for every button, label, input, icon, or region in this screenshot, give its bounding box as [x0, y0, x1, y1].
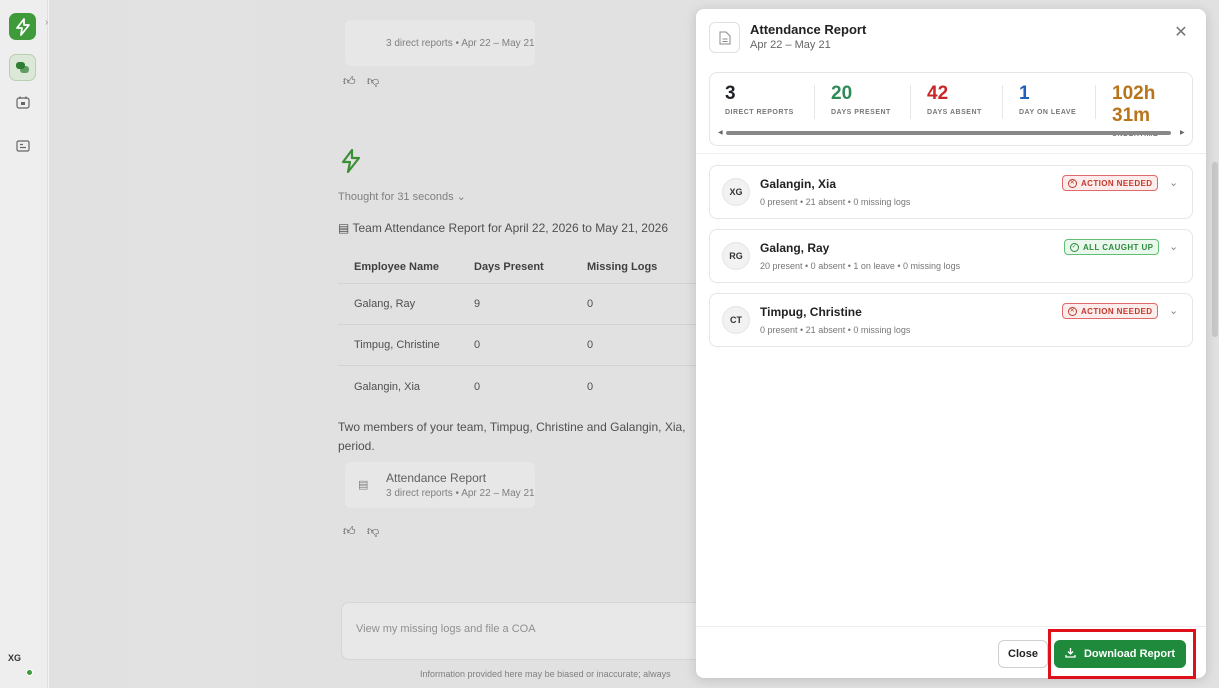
employee-name: Galangin, Xia — [760, 177, 837, 191]
stats-scrollbar[interactable]: ◀ ▶ — [718, 129, 1185, 136]
chevron-down-icon[interactable]: ⌄ — [1169, 304, 1178, 317]
employee-card-galangin-xia[interactable]: XG Galangin, Xia 0 present • 21 absent •… — [709, 165, 1193, 219]
stats-scroll-thumb[interactable] — [726, 131, 1171, 135]
stat-value: 1 — [1019, 83, 1030, 104]
close-button[interactable]: Close — [998, 640, 1048, 668]
chevron-down-icon[interactable]: ⌄ — [1169, 176, 1178, 189]
stat-label: DAY ON LEAVE — [1019, 109, 1077, 116]
attendance-report-modal: Attendance Report Apr 22 – May 21 ✕ 3 DI… — [696, 9, 1206, 678]
stat-divider — [814, 85, 815, 119]
user-initials: XG — [8, 653, 22, 663]
document-icon — [709, 22, 740, 53]
stat-label: DIRECT REPORTS — [725, 109, 794, 116]
modal-subtitle: Apr 22 – May 21 — [750, 39, 831, 51]
modal-title: Attendance Report — [750, 22, 867, 37]
left-rail: › XG — [0, 0, 48, 688]
employee-avatar: RG — [722, 242, 750, 270]
employee-card-timpug-christine[interactable]: CT Timpug, Christine 0 present • 21 abse… — [709, 293, 1193, 347]
employee-name: Galang, Ray — [760, 241, 830, 255]
scroll-right-icon[interactable]: ▶ — [1180, 129, 1185, 136]
check-circle-icon: ✓ — [1070, 242, 1079, 252]
calendar-icon[interactable] — [9, 89, 36, 116]
app-logo[interactable] — [9, 13, 36, 40]
employee-summary: 0 present • 21 absent • 0 missing logs — [760, 197, 911, 207]
stat-day-on-leave: 1 DAY ON LEAVE — [1019, 83, 1076, 116]
stat-days-absent: 42 DAYS ABSENT — [927, 83, 982, 116]
employee-avatar: CT — [722, 306, 750, 334]
status-badge: ✓ ALL CAUGHT UP — [1064, 239, 1160, 255]
employee-summary: 0 present • 21 absent • 0 missing logs — [760, 325, 911, 335]
x-circle-icon: ✕ — [1068, 306, 1077, 316]
stat-value: 20 — [831, 83, 853, 104]
scroll-left-icon[interactable]: ◀ — [718, 129, 723, 136]
close-icon[interactable]: ✕ — [1172, 25, 1190, 43]
online-status-dot — [26, 669, 33, 676]
id-card-icon[interactable] — [9, 132, 36, 159]
status-badge: ✕ ACTION NEEDED — [1062, 303, 1159, 319]
employee-name: Timpug, Christine — [760, 305, 862, 319]
stat-label: DAYS PRESENT — [831, 109, 891, 116]
stat-value: 3 — [725, 83, 736, 104]
highlight-annotation — [1048, 629, 1196, 679]
stat-divider — [910, 85, 911, 119]
section-divider — [696, 153, 1206, 154]
page-scrollbar[interactable] — [1212, 162, 1218, 337]
stat-divider — [1002, 85, 1003, 119]
stat-direct-reports: 3 DIRECT REPORTS — [725, 83, 794, 116]
x-circle-icon: ✕ — [1068, 178, 1077, 188]
stats-strip[interactable]: 3 DIRECT REPORTS 20 DAYS PRESENT 42 DAYS… — [709, 72, 1193, 146]
stat-label: DAYS ABSENT — [927, 109, 982, 116]
chevron-down-icon[interactable]: ⌄ — [1169, 240, 1178, 253]
stat-value: 102h 31m — [1112, 83, 1156, 126]
stat-value: 42 — [927, 83, 949, 104]
expand-sidebar-icon[interactable]: › — [45, 17, 48, 28]
employee-avatar: XG — [722, 178, 750, 206]
employee-card-galang-ray[interactable]: RG Galang, Ray 20 present • 0 absent • 1… — [709, 229, 1193, 283]
modal-header: Attendance Report Apr 22 – May 21 ✕ — [696, 9, 1206, 69]
stat-days-present: 20 DAYS PRESENT — [831, 83, 891, 116]
user-avatar[interactable]: XG — [8, 653, 34, 676]
chat-icon[interactable] — [9, 54, 36, 81]
status-badge: ✕ ACTION NEEDED — [1062, 175, 1159, 191]
stat-divider — [1095, 85, 1096, 119]
employee-summary: 20 present • 0 absent • 1 on leave • 0 m… — [760, 261, 961, 271]
